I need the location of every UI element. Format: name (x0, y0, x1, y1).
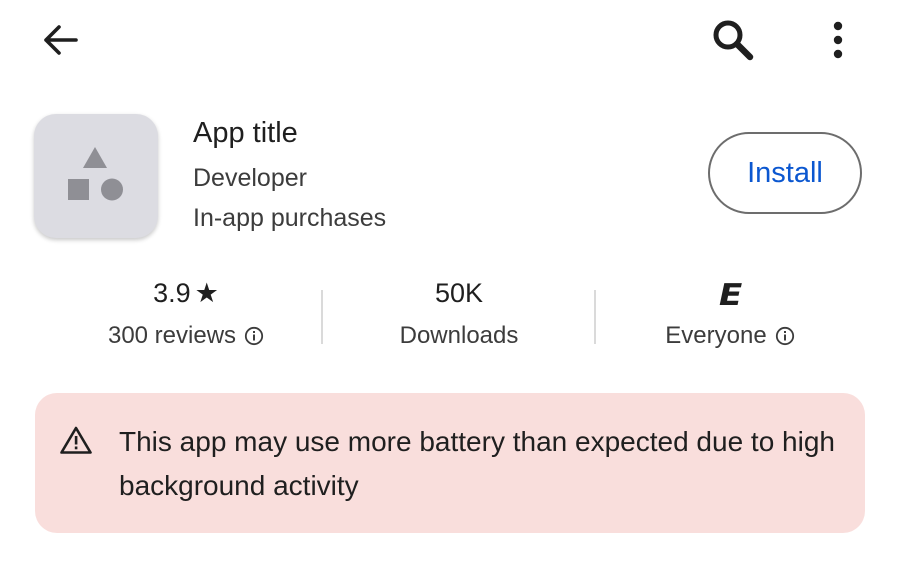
more-vert-icon (833, 21, 843, 59)
more-options-button[interactable] (816, 16, 860, 64)
top-app-bar (0, 0, 900, 80)
stat-divider (594, 290, 596, 344)
app-icon[interactable] (34, 114, 158, 238)
battery-warning-banner: This app may use more battery than expec… (35, 393, 865, 533)
in-app-purchases-label: In-app purchases (193, 204, 387, 232)
stat-divider (321, 290, 323, 344)
arrow-back-icon (44, 25, 78, 55)
back-button[interactable] (36, 18, 84, 62)
app-title: App title (193, 117, 298, 149)
warning-message: This app may use more battery than expec… (119, 426, 835, 501)
content-rating-stat[interactable]: E Everyone (620, 270, 840, 366)
warning-triangle-icon (60, 426, 92, 454)
rating-value: 3.9 (153, 278, 191, 308)
search-button[interactable] (708, 16, 758, 64)
app-stats-row: 3.9 ★ 300 reviews 50K Downloads E Everyo… (0, 270, 900, 366)
reviews-count: 300 reviews (107, 322, 237, 349)
app-placeholder-shapes-icon (68, 147, 123, 201)
downloads-stat: 50K Downloads (349, 270, 569, 366)
developer-link[interactable]: Developer (193, 164, 307, 193)
app-header: App title Developer In-app purchases Ins… (0, 100, 900, 250)
install-button[interactable]: Install (708, 132, 862, 214)
content-rating-label: Everyone (665, 322, 767, 349)
rating-stat[interactable]: 3.9 ★ 300 reviews (76, 270, 296, 366)
star-icon: ★ (194, 278, 219, 308)
esrb-everyone-badge: E (714, 278, 746, 313)
search-icon (713, 20, 754, 61)
info-icon[interactable] (244, 326, 264, 346)
info-icon[interactable] (775, 326, 795, 346)
downloads-value: 50K (434, 278, 484, 308)
downloads-label: Downloads (399, 322, 519, 349)
